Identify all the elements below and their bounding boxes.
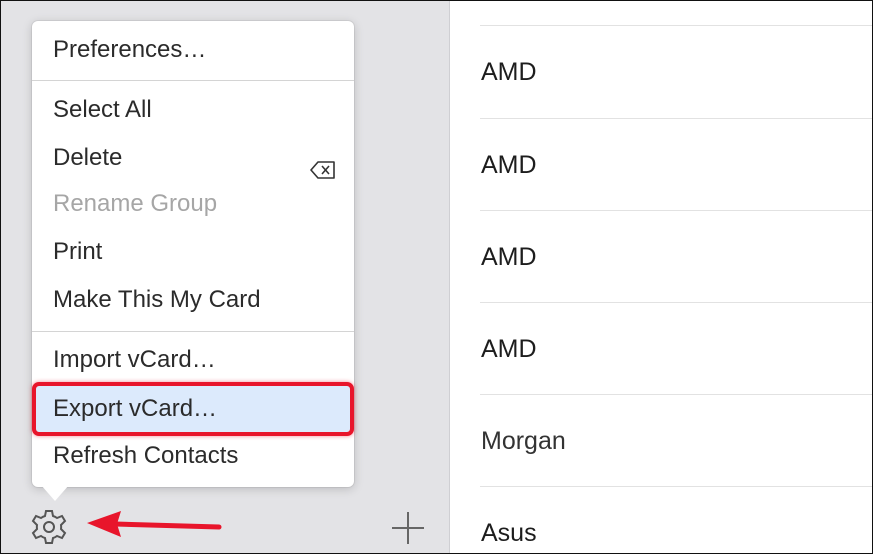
menu-item-label: Export vCard…	[53, 395, 218, 422]
contact-name: Asus	[481, 519, 537, 547]
menu-item-select-all[interactable]: Select All	[32, 87, 354, 133]
menu-item-import-vcard[interactable]: Import vCard…	[32, 337, 354, 383]
menu-pointer	[41, 485, 69, 501]
menu-item-label: Delete	[53, 144, 123, 171]
contact-name: AMD	[481, 58, 537, 86]
list-item[interactable]: AMD	[450, 303, 872, 395]
menu-item-export-vcard[interactable]: Export vCard…	[32, 382, 354, 436]
menu-item-print[interactable]: Print	[32, 229, 354, 275]
menu-item-rename-group: Rename Group	[32, 181, 354, 227]
delete-key-icon	[310, 149, 336, 179]
menu-separator	[32, 80, 354, 81]
plus-icon[interactable]	[389, 509, 427, 547]
contact-name: AMD	[481, 335, 537, 363]
menu-item-label: Refresh Contacts	[53, 442, 239, 469]
contacts-window: Preferences… Select All Delete Rename Gr…	[0, 0, 873, 554]
menu-item-label: Print	[53, 238, 103, 265]
menu-item-refresh-contacts[interactable]: Refresh Contacts	[32, 433, 354, 479]
menu-item-make-this-my-card[interactable]: Make This My Card	[32, 277, 354, 323]
list-item[interactable]: Morgan	[450, 395, 872, 487]
menu-item-preferences[interactable]: Preferences…	[32, 27, 354, 73]
menu-item-label: Select All	[53, 96, 152, 123]
list-item[interactable]: AMD	[450, 119, 872, 211]
contact-name: Morgan	[481, 427, 566, 455]
menu-item-label: Preferences…	[53, 36, 207, 63]
contact-name: AMD	[481, 243, 537, 271]
red-arrow-icon	[85, 509, 225, 539]
menu-separator	[32, 331, 354, 332]
contact-name: AMD	[481, 151, 537, 179]
list-item[interactable]: Asus	[450, 487, 872, 553]
menu-item-label: Make This My Card	[53, 286, 261, 313]
list-item[interactable]: AMD	[450, 26, 872, 118]
gear-icon[interactable]	[27, 505, 71, 549]
contact-list: AMD AMD AMD AMD Morgan Asus	[450, 1, 872, 553]
menu-item-label: Rename Group	[53, 190, 218, 217]
menu-item-label: Import vCard…	[53, 346, 216, 373]
menu-item-delete[interactable]: Delete	[32, 135, 354, 181]
list-item[interactable]: AMD	[450, 211, 872, 303]
